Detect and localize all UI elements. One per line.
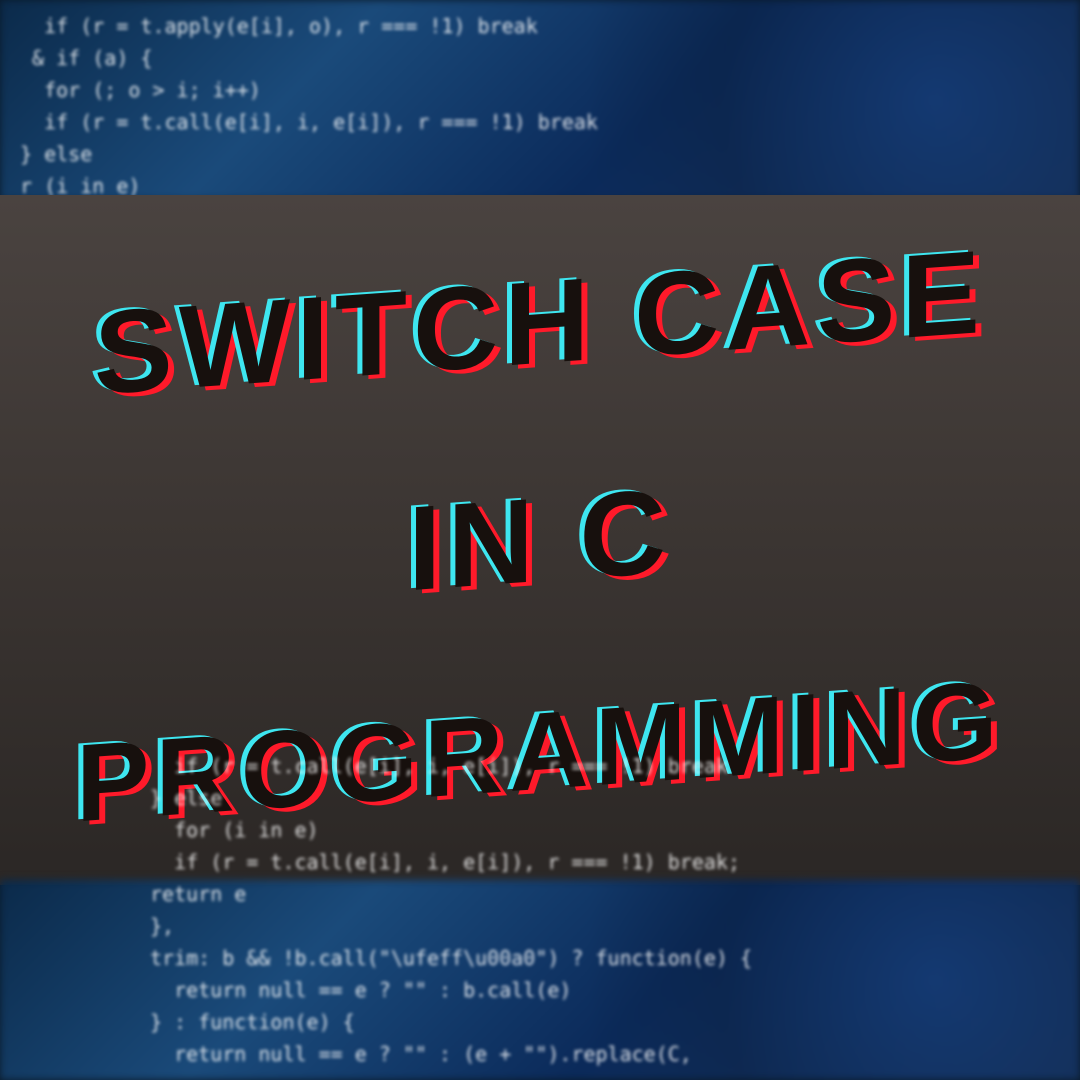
background-code-bottom: if (r = t.call(e[i], i, e[i]), r === !1)… [0,740,594,1080]
title-line-2: IN C IN C IN C [408,461,672,617]
title-line-1: SWITCH CASE SWITCH CASE SWITCH CASE [94,224,986,422]
